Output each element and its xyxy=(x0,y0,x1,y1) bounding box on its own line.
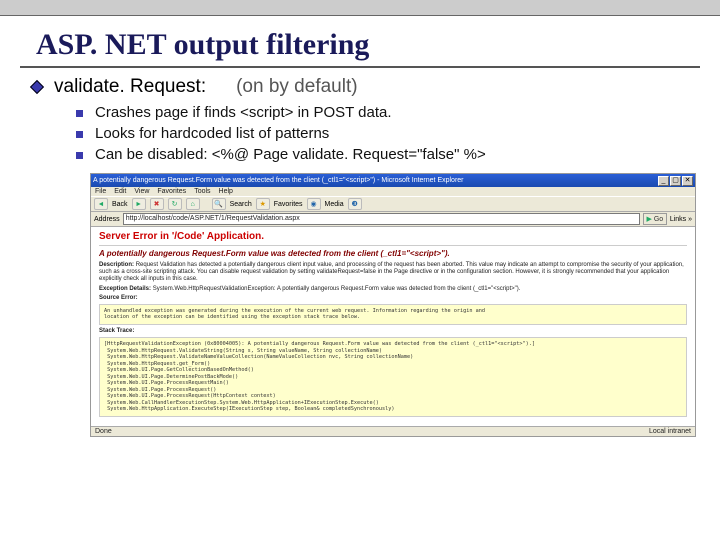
browser-window: A potentially dangerous Request.Form val… xyxy=(90,173,696,437)
square-icon xyxy=(76,131,83,138)
sub-bullet-text: Can be disabled: <%@ Page validate. Requ… xyxy=(95,146,486,163)
exception-details: Exception Details: System.Web.HttpReques… xyxy=(99,286,687,293)
address-bar: Address http://localhost/code/ASP.NET/1/… xyxy=(91,212,695,227)
topbar xyxy=(0,0,720,16)
favorites-label[interactable]: Favorites xyxy=(274,201,303,208)
home-button[interactable]: ⌂ xyxy=(186,198,200,210)
links-label[interactable]: Links » xyxy=(670,216,692,223)
menu-item[interactable]: Tools xyxy=(194,188,210,195)
history-button[interactable]: ❸ xyxy=(348,198,362,210)
server-error-heading: Server Error in '/Code' Application. xyxy=(99,231,687,242)
menu-item[interactable]: Favorites xyxy=(157,188,186,195)
exception-text: System.Web.HttpRequestValidationExceptio… xyxy=(153,286,521,292)
stack-trace-box: [HttpRequestValidationException (0x80004… xyxy=(99,337,687,417)
title-rule xyxy=(20,66,700,68)
window-titlebar: A potentially dangerous Request.Form val… xyxy=(91,174,695,187)
menu-item[interactable]: View xyxy=(134,188,149,195)
go-label: Go xyxy=(654,216,663,223)
slide-title: ASP. NET output filtering xyxy=(0,16,720,66)
sub-bullet-text: Crashes page if finds <script> in POST d… xyxy=(95,104,392,121)
menu-item[interactable]: Edit xyxy=(114,188,126,195)
source-error-label: Source Error: xyxy=(99,295,138,301)
square-icon xyxy=(76,152,83,159)
menu-item[interactable]: File xyxy=(95,188,106,195)
source-error-box: An unhandled exception was generated dur… xyxy=(99,304,687,325)
minimize-button[interactable]: _ xyxy=(658,176,669,186)
sub-bullet: Crashes page if finds <script> in POST d… xyxy=(76,104,720,121)
stack-trace-label: Stack Trace: xyxy=(99,328,134,334)
search-label[interactable]: Search xyxy=(230,201,252,208)
stop-button[interactable]: ✖ xyxy=(150,198,164,210)
slide: ASP. NET output filtering validate. Requ… xyxy=(0,0,720,540)
description-label: Description: xyxy=(99,262,134,268)
status-right: Local intranet xyxy=(649,428,691,435)
back-button[interactable]: ◄ xyxy=(94,198,108,210)
window-title: A potentially dangerous Request.Form val… xyxy=(93,177,464,184)
main-bullet-label: validate. Request: xyxy=(54,76,206,98)
maximize-button[interactable]: ▢ xyxy=(670,176,681,186)
sub-bullet-text: Looks for hardcoded list of patterns xyxy=(95,125,329,142)
main-bullet: validate. Request: (on by default) xyxy=(32,76,720,98)
status-bar: Done Local intranet xyxy=(91,426,695,436)
forward-button[interactable]: ► xyxy=(132,198,146,210)
menu-bar: File Edit View Favorites Tools Help xyxy=(91,187,695,196)
media-label[interactable]: Media xyxy=(325,201,344,208)
sub-bullet: Can be disabled: <%@ Page validate. Requ… xyxy=(76,146,720,163)
address-input[interactable]: http://localhost/code/ASP.NET/1/RequestV… xyxy=(123,213,640,225)
status-left: Done xyxy=(95,428,112,435)
sub-bullet-list: Crashes page if finds <script> in POST d… xyxy=(76,104,720,163)
refresh-button[interactable]: ↻ xyxy=(168,198,182,210)
main-bullet-note: (on by default) xyxy=(236,76,357,98)
toolbar: ◄ Back ► ✖ ↻ ⌂ 🔍 Search ★ Favorites ◉ Me… xyxy=(91,196,695,212)
media-button[interactable]: ◉ xyxy=(307,198,321,210)
square-icon xyxy=(76,110,83,117)
close-button[interactable]: ✕ xyxy=(682,176,693,186)
back-label[interactable]: Back xyxy=(112,201,128,208)
divider xyxy=(99,245,687,246)
search-button[interactable]: 🔍 xyxy=(212,198,226,210)
favorites-button[interactable]: ★ xyxy=(256,198,270,210)
error-page: Server Error in '/Code' Application. A p… xyxy=(91,227,695,426)
error-message: A potentially dangerous Request.Form val… xyxy=(99,249,687,258)
description: Description: Request Validation has dete… xyxy=(99,262,687,284)
exception-label: Exception Details: xyxy=(99,286,151,292)
diamond-icon xyxy=(30,80,44,94)
address-label: Address xyxy=(94,216,120,223)
menu-item[interactable]: Help xyxy=(219,188,233,195)
description-text: Request Validation has detected a potent… xyxy=(99,262,684,282)
go-button[interactable]: ▶ Go xyxy=(643,213,667,225)
sub-bullet: Looks for hardcoded list of patterns xyxy=(76,125,720,142)
